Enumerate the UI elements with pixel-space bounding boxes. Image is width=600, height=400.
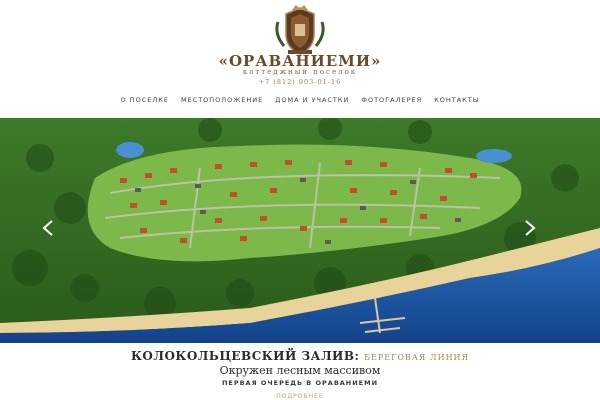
slide-subtitle: Окружен лесным массивом [219,364,381,377]
main-nav: О ПОСЕЛКЕ МЕСТОПОЛОЖЕНИЕ ДОМА И УЧАСТКИ … [0,96,600,104]
slide-title-accent: БЕРЕГОВАЯ ЛИНИЯ [364,353,469,362]
nav-item-location[interactable]: МЕСТОПОЛОЖЕНИЕ [181,96,263,104]
slide-line: ПЕРВАЯ ОЧЕРЕДЬ В ОРАВАНИЕМИ [221,379,379,387]
brand-subtitle: коттеджный поселок [242,68,358,76]
aerial-village-illustration [0,118,600,343]
nav-item-gallery[interactable]: ФОТОГАЛЕРЕЯ [361,96,422,104]
more-link[interactable]: ПОДРОБНЕЕ [0,393,600,400]
slide-caption: КОЛОКОЛЬЦЕВСКИЙ ЗАЛИВ: БЕРЕГОВАЯ ЛИНИЯ О… [0,343,600,400]
crest-logo-icon[interactable] [266,4,334,56]
nav-item-houses[interactable]: ДОМА И УЧАСТКИ [275,96,349,104]
slider-next-button[interactable] [518,217,540,239]
brand-phone[interactable]: +7 (812) 903-01-16 [0,78,600,86]
chevron-left-icon [42,220,53,236]
slider-prev-button[interactable] [38,217,60,239]
nav-item-contacts[interactable]: КОНТАКТЫ [434,96,479,104]
site-header: «ОРАВАНИЕМИ» коттеджный поселок +7 (812)… [0,0,600,118]
nav-item-about[interactable]: О ПОСЕЛКЕ [121,96,169,104]
slide-title-main: КОЛОКОЛЬЦЕВСКИЙ ЗАЛИВ: [131,349,360,363]
chevron-right-icon [525,220,536,236]
slide-title: КОЛОКОЛЬЦЕВСКИЙ ЗАЛИВ: БЕРЕГОВАЯ ЛИНИЯ [0,349,600,363]
hero-slider-image [0,118,600,343]
